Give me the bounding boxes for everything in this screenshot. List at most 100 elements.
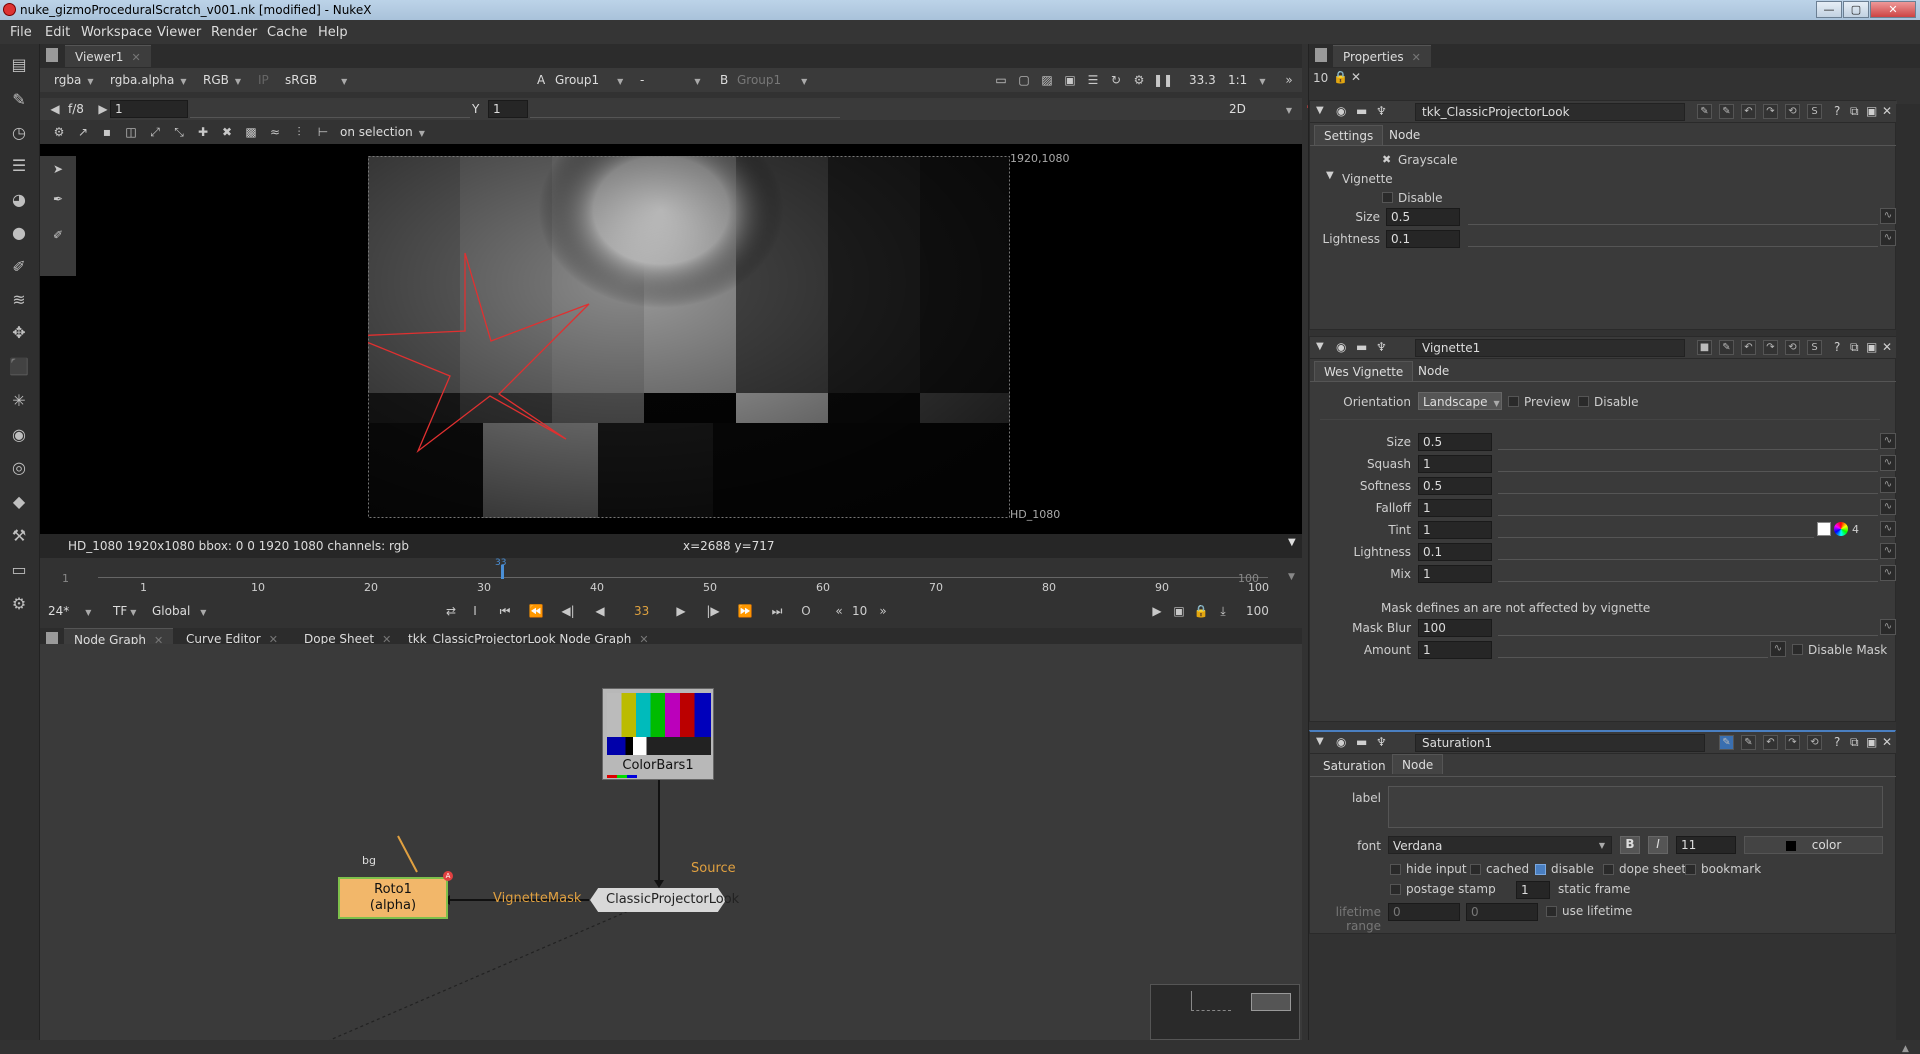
- mask-overlay-icon[interactable]: ▢: [1015, 71, 1033, 89]
- undo-icon[interactable]: ↶: [1763, 735, 1778, 750]
- node-tools-icon[interactable]: ♆: [1376, 735, 1387, 749]
- menu-viewer[interactable]: Viewer: [157, 25, 201, 40]
- smooth-tool-icon[interactable]: ⤢: [146, 123, 164, 141]
- falloff-animation-icon[interactable]: ∿: [1880, 499, 1896, 515]
- mix-field[interactable]: 1: [1418, 565, 1492, 583]
- brush-icon[interactable]: ✐: [49, 226, 67, 244]
- menu-render[interactable]: Render: [211, 25, 257, 40]
- filter-nodes-icon[interactable]: ●: [8, 222, 30, 244]
- view-node-icon[interactable]: ◉: [1336, 104, 1346, 118]
- tf-dropdown[interactable]: TF ▼: [113, 602, 136, 620]
- mix-animation-icon[interactable]: ∿: [1880, 565, 1896, 581]
- color-nodes-icon[interactable]: ◕: [8, 189, 30, 211]
- views-nodes-icon[interactable]: ◎: [8, 457, 30, 479]
- fstop-decrease-icon[interactable]: ◀: [46, 100, 64, 118]
- bbox-tool-icon[interactable]: ▩: [242, 123, 260, 141]
- maximize-panel-icon[interactable]: ▣: [1866, 104, 1877, 118]
- close-panel-icon[interactable]: ✕: [1882, 104, 1892, 118]
- node-colorbars[interactable]: ColorBars1: [602, 688, 714, 780]
- s-button-icon[interactable]: S: [1807, 340, 1822, 355]
- vignette-disable-checkbox[interactable]: [1382, 192, 1393, 203]
- properties-scrollbar[interactable]: ▲: [1896, 104, 1920, 1054]
- maximize-panel-icon[interactable]: ▣: [1866, 340, 1877, 354]
- redo-icon[interactable]: ↷: [1785, 735, 1800, 750]
- tint-slider[interactable]: [1498, 520, 1814, 538]
- amount-field[interactable]: 1: [1418, 641, 1492, 659]
- center-node-icon[interactable]: ▬: [1356, 340, 1367, 354]
- lut-dropdown[interactable]: sRGB ▼: [285, 71, 347, 89]
- properties-pane-menu-icon[interactable]: [1315, 48, 1327, 62]
- close-window-button[interactable]: ✕: [1870, 1, 1916, 18]
- refresh-icon[interactable]: ↻: [1107, 71, 1125, 89]
- vig-lightness-field[interactable]: 0.1: [1418, 543, 1492, 561]
- a-input-dropdown[interactable]: Group1 ▼: [555, 71, 623, 89]
- close-panel-icon[interactable]: ✕: [1882, 735, 1892, 749]
- clear-panels-icon[interactable]: ✕: [1351, 70, 1361, 84]
- menu-edit[interactable]: Edit: [45, 25, 70, 40]
- last-frame-icon[interactable]: ⏭: [768, 602, 786, 620]
- deep-nodes-icon[interactable]: ◉: [8, 424, 30, 446]
- softness-slider[interactable]: [1498, 476, 1878, 494]
- lightness-animation-icon[interactable]: ∿: [1880, 230, 1896, 246]
- gain-field[interactable]: 1: [110, 100, 188, 118]
- tab-node[interactable]: Node: [1409, 361, 1458, 381]
- play-backward-icon[interactable]: ◀: [591, 602, 609, 620]
- tint-animation-icon[interactable]: ∿: [1880, 521, 1896, 537]
- node-tools-icon[interactable]: ♆: [1376, 104, 1387, 118]
- timeline-expand-icon[interactable]: ▼: [1288, 572, 1295, 582]
- edit-icon[interactable]: ✎: [1741, 735, 1756, 750]
- lifetime-end-field[interactable]: 0: [1466, 903, 1538, 921]
- other-nodes-icon[interactable]: ▭: [8, 559, 30, 581]
- 3d-nodes-icon[interactable]: ⬛: [8, 356, 30, 378]
- tab-properties[interactable]: Properties ✕: [1333, 45, 1431, 67]
- s-button-icon[interactable]: S: [1807, 104, 1822, 119]
- amount-slider[interactable]: [1498, 640, 1768, 658]
- view-node-icon[interactable]: ◉: [1336, 735, 1346, 749]
- pause-icon[interactable]: ❚❚: [1153, 71, 1173, 89]
- undo-icon[interactable]: ↶: [1741, 340, 1756, 355]
- mask-blur-slider[interactable]: [1498, 618, 1878, 636]
- add-point-icon[interactable]: ✚: [194, 123, 212, 141]
- out-point-icon[interactable]: O: [797, 602, 815, 620]
- b-input-dropdown[interactable]: Group1 ▼: [737, 71, 807, 89]
- time-nodes-icon[interactable]: ◷: [8, 122, 30, 144]
- tint-channel-count[interactable]: 4: [1852, 523, 1859, 536]
- end-frame-field[interactable]: 100: [1246, 604, 1269, 618]
- range-dropdown[interactable]: Global ▼: [152, 602, 206, 620]
- revert-icon[interactable]: ⟲: [1785, 104, 1800, 119]
- split-tool-icon[interactable]: ⫶: [290, 123, 308, 141]
- first-frame-icon[interactable]: ⏮: [496, 602, 514, 620]
- help-icon[interactable]: ?: [1834, 735, 1840, 749]
- panel3-name-field[interactable]: Saturation1: [1415, 734, 1705, 752]
- furnace-nodes-icon[interactable]: ⚙: [8, 593, 30, 615]
- loop-mode-icon[interactable]: ⇄: [442, 602, 460, 620]
- navigator-viewport[interactable]: [1251, 993, 1291, 1011]
- lightness-slider[interactable]: [1468, 229, 1878, 247]
- vig-size-slider[interactable]: [1498, 432, 1878, 450]
- size-animation-icon[interactable]: ∿: [1880, 208, 1896, 224]
- help-icon[interactable]: ?: [1834, 104, 1840, 118]
- color-swatch-icon[interactable]: ■: [1697, 340, 1712, 355]
- label-textarea[interactable]: [1388, 786, 1883, 828]
- color-wheel-icon[interactable]: [1834, 522, 1848, 536]
- grayscale-checkbox[interactable]: ✖: [1382, 153, 1391, 166]
- next-frame-icon[interactable]: |▶: [704, 602, 722, 620]
- scroll-up-icon[interactable]: ▲: [1902, 1044, 1909, 1054]
- tab-node[interactable]: Node: [1392, 754, 1444, 774]
- vig-size-field[interactable]: 0.5: [1418, 433, 1492, 451]
- max-panels-field[interactable]: 10: [1313, 71, 1328, 85]
- maximize-panel-icon[interactable]: ▣: [1866, 735, 1877, 749]
- falloff-field[interactable]: 1: [1418, 499, 1492, 517]
- color-button[interactable]: color: [1744, 836, 1883, 854]
- collapse-icon[interactable]: ▼: [1316, 736, 1324, 747]
- center-node-icon[interactable]: ▬: [1356, 104, 1367, 118]
- italic-button[interactable]: I: [1648, 836, 1668, 854]
- lightness-field[interactable]: 0.1: [1386, 230, 1460, 248]
- link-tool-icon[interactable]: ⊢: [314, 123, 332, 141]
- float-icon[interactable]: ⧉: [1850, 104, 1859, 119]
- metadata-nodes-icon[interactable]: ◆: [8, 491, 30, 513]
- timeline-ruler[interactable]: 33 1 10 20 30 40 50 60 70 80 90 100: [98, 558, 1269, 595]
- vignette-group-toggle[interactable]: ▼: [1326, 170, 1334, 181]
- vig-lightness-animation-icon[interactable]: ∿: [1880, 543, 1896, 559]
- zoom-value[interactable]: 33.3: [1189, 71, 1216, 89]
